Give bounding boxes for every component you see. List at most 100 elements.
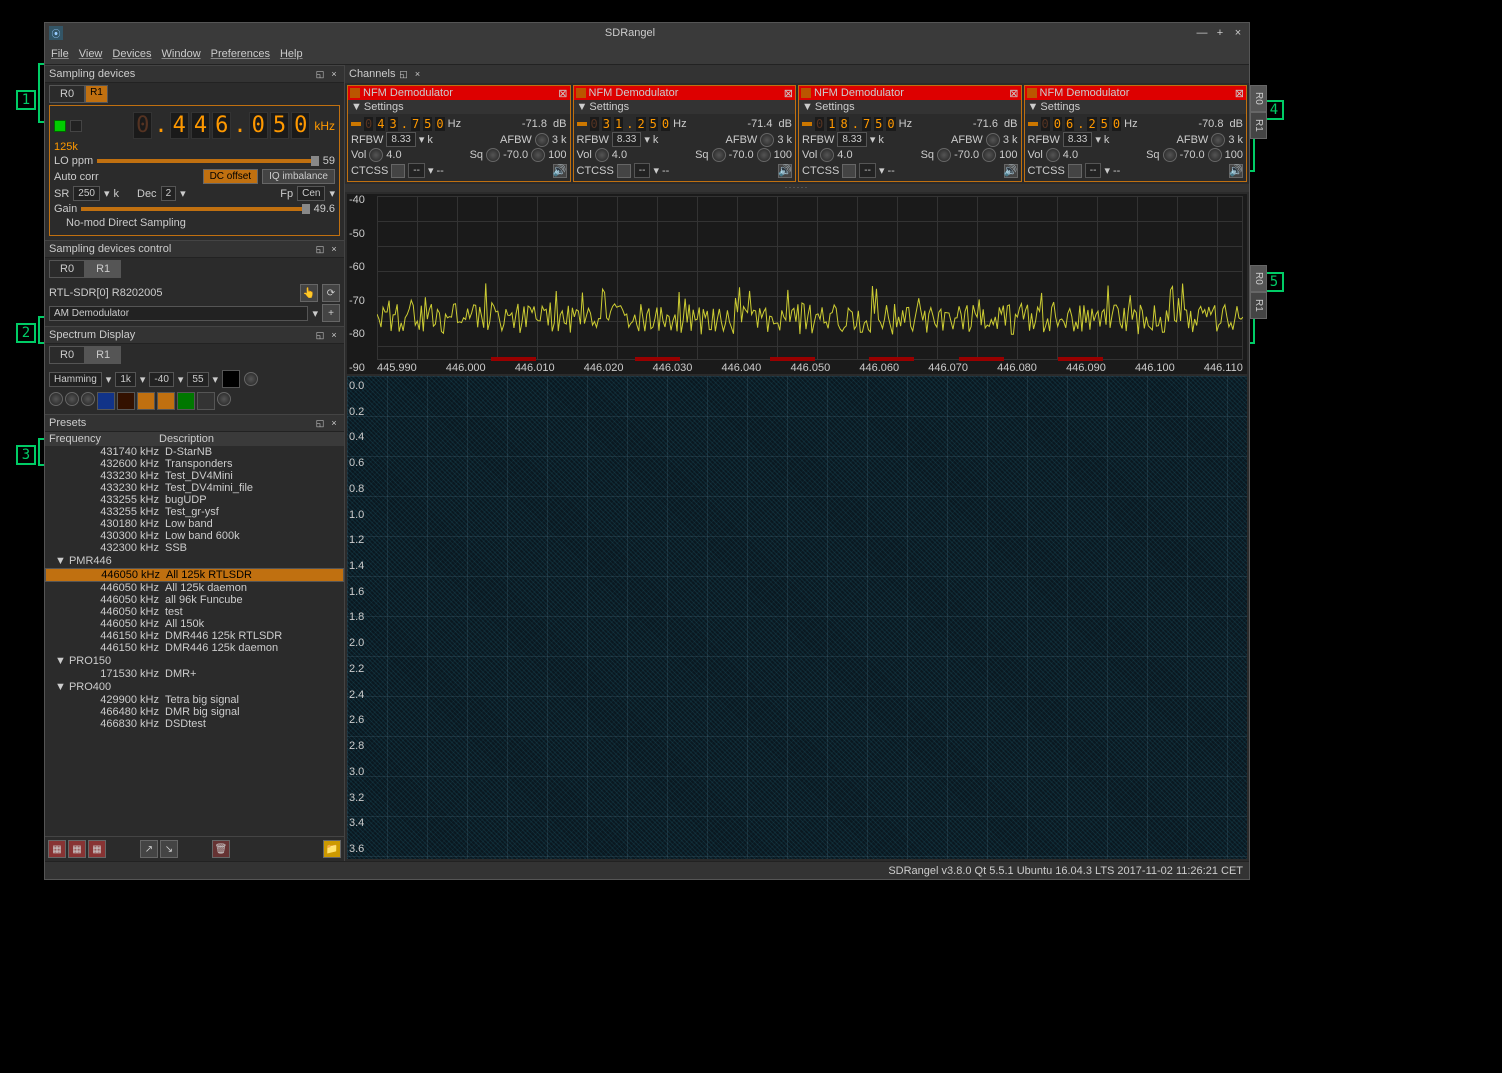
preset-item[interactable]: 433230 kHzTest_DV4mini_file <box>45 482 344 494</box>
vol-knob[interactable] <box>1046 148 1060 162</box>
channel-title[interactable]: NFM Demodulator⊠ <box>348 86 570 100</box>
sq2-knob[interactable] <box>1208 148 1222 162</box>
preset-import-icon[interactable]: ↘ <box>160 840 178 858</box>
freq-digit[interactable]: 5 <box>270 112 289 139</box>
spectrum-display[interactable]: -40-50-60-70-80-90 445.990446.000446.010… <box>347 194 1247 374</box>
sq2-knob[interactable] <box>531 148 545 162</box>
menu-file[interactable]: File <box>51 48 69 60</box>
spectrum-mode-icon[interactable] <box>137 392 155 410</box>
channel-color-led[interactable] <box>350 88 360 98</box>
sq2-knob[interactable] <box>757 148 771 162</box>
preset-item[interactable]: 433255 kHzbugUDP <box>45 494 344 506</box>
preset-group[interactable]: ▼ PRO150 <box>45 654 344 668</box>
undock-icon[interactable]: ◱ <box>314 417 326 429</box>
undock-icon[interactable]: ◱ <box>314 68 326 80</box>
menu-devices[interactable]: Devices <box>112 48 151 60</box>
vol-knob[interactable] <box>820 148 834 162</box>
preset-item[interactable]: 446050 kHzAll 125k RTLSDR <box>45 568 344 582</box>
freq-digit[interactable]: 0 <box>249 112 268 139</box>
spectrum-mode-icon[interactable] <box>117 392 135 410</box>
preset-item[interactable]: 466480 kHzDMR big signal <box>45 706 344 718</box>
preset-item[interactable]: 432600 kHzTransponders <box>45 458 344 470</box>
menu-view[interactable]: View <box>79 48 103 60</box>
afbw-knob[interactable] <box>1211 133 1225 147</box>
preset-new-icon[interactable]: ▦ <box>48 840 66 858</box>
undock-icon[interactable]: ◱ <box>314 329 326 341</box>
preset-item[interactable]: 432300 kHzSSB <box>45 542 344 554</box>
gain-slider[interactable] <box>81 207 309 211</box>
freq-digit[interactable]: 6 <box>212 112 231 139</box>
undock-icon[interactable]: ◱ <box>314 243 326 255</box>
preset-delete-icon[interactable]: 🗑 <box>212 840 230 858</box>
preset-item[interactable]: 466830 kHzDSDtest <box>45 718 344 730</box>
menu-help[interactable]: Help <box>280 48 303 60</box>
audio-mute-icon[interactable]: 🔊 <box>778 164 792 178</box>
sq-knob[interactable] <box>1163 148 1177 162</box>
audio-mute-icon[interactable]: 🔊 <box>553 164 567 178</box>
preset-item[interactable]: 446050 kHzAll 150k <box>45 618 344 630</box>
presets-table[interactable]: FrequencyDescription 431740 kHzD-StarNB4… <box>45 432 344 836</box>
channel-settings-header[interactable]: ▼Settings <box>1025 100 1247 114</box>
ctcss-toggle[interactable] <box>391 164 405 178</box>
ctcss-toggle[interactable] <box>842 164 856 178</box>
channel-color-led[interactable] <box>576 88 586 98</box>
side-tab-r1[interactable]: R1 <box>1250 292 1267 319</box>
preset-item[interactable]: 433230 kHzTest_DV4Mini <box>45 470 344 482</box>
preset-edit-icon[interactable]: ▦ <box>88 840 106 858</box>
afbw-knob[interactable] <box>535 133 549 147</box>
tab-r1[interactable]: R1 <box>85 85 108 103</box>
audio-mute-icon[interactable]: 🔊 <box>1004 164 1018 178</box>
close-panel-icon[interactable]: × <box>328 417 340 429</box>
side-tab-r1[interactable]: R1 <box>1250 112 1267 139</box>
dc-offset-button[interactable]: DC offset <box>203 169 259 184</box>
close-panel-icon[interactable]: × <box>328 243 340 255</box>
audio-mute-icon[interactable]: 🔊 <box>1229 164 1243 178</box>
spdisp-tab-r0[interactable]: R0 <box>49 346 85 364</box>
knob-1[interactable] <box>49 392 63 406</box>
run-led[interactable] <box>54 120 66 132</box>
side-tab-r0[interactable]: R0 <box>1250 85 1267 112</box>
side-tab-r0[interactable]: R0 <box>1250 265 1267 292</box>
color-swatch[interactable] <box>222 370 240 388</box>
afbw-knob[interactable] <box>760 133 774 147</box>
channel-type-select[interactable]: AM Demodulator <box>49 306 308 321</box>
channel-title[interactable]: NFM Demodulator⊠ <box>1025 86 1247 100</box>
sq-knob[interactable] <box>486 148 500 162</box>
add-channel-button[interactable]: + <box>322 304 340 322</box>
preset-item[interactable]: 171530 kHzDMR+ <box>45 668 344 680</box>
channel-color-led[interactable] <box>1027 88 1037 98</box>
close-panel-icon[interactable]: × <box>328 68 340 80</box>
ctcss-toggle[interactable] <box>617 164 631 178</box>
ref-level-select[interactable]: -40 <box>149 372 173 387</box>
preset-item[interactable]: 430300 kHzLow band 600k <box>45 530 344 542</box>
preset-group[interactable]: ▼ PMR446 <box>45 554 344 568</box>
menu-preferences[interactable]: Preferences <box>211 48 270 60</box>
afbw-knob[interactable] <box>986 133 1000 147</box>
channel-settings-header[interactable]: ▼Settings <box>348 100 570 114</box>
channel-title[interactable]: NFM Demodulator⊠ <box>799 86 1021 100</box>
range-select[interactable]: 55 <box>187 372 208 387</box>
close-icon[interactable]: ⊠ <box>1009 87 1018 100</box>
fp-select[interactable]: Cen <box>297 186 325 201</box>
channel-settings-header[interactable]: ▼Settings <box>574 100 796 114</box>
menu-window[interactable]: Window <box>162 48 201 60</box>
splitter[interactable]: ······ <box>345 184 1249 192</box>
preset-item[interactable]: 430180 kHzLow band <box>45 518 344 530</box>
knob-3[interactable] <box>81 392 95 406</box>
fft-window-select[interactable]: Hamming <box>49 372 102 387</box>
close-icon[interactable]: ⊠ <box>558 87 567 100</box>
close-panel-icon[interactable]: × <box>411 68 423 80</box>
freq-digit[interactable]: 0 <box>291 112 310 139</box>
close-icon[interactable]: ⊠ <box>784 87 793 100</box>
iq-imbalance-button[interactable]: IQ imbalance <box>262 169 335 184</box>
maximize-button[interactable]: + <box>1213 26 1227 40</box>
tab-r0[interactable]: R0 <box>49 85 85 103</box>
freq-digit[interactable]: 0 <box>133 112 152 139</box>
freq-digit[interactable]: 4 <box>191 112 210 139</box>
undock-icon[interactable]: ◱ <box>397 68 409 80</box>
sq-knob[interactable] <box>712 148 726 162</box>
center-freq-display[interactable]: 0 . 4 4 6 . 0 5 0 <box>133 112 310 139</box>
preset-item[interactable]: 431740 kHzD-StarNB <box>45 446 344 458</box>
waterfall-display[interactable]: 0.00.20.40.60.81.01.21.41.61.82.02.22.42… <box>347 376 1247 859</box>
preset-export-icon[interactable]: ↗ <box>140 840 158 858</box>
